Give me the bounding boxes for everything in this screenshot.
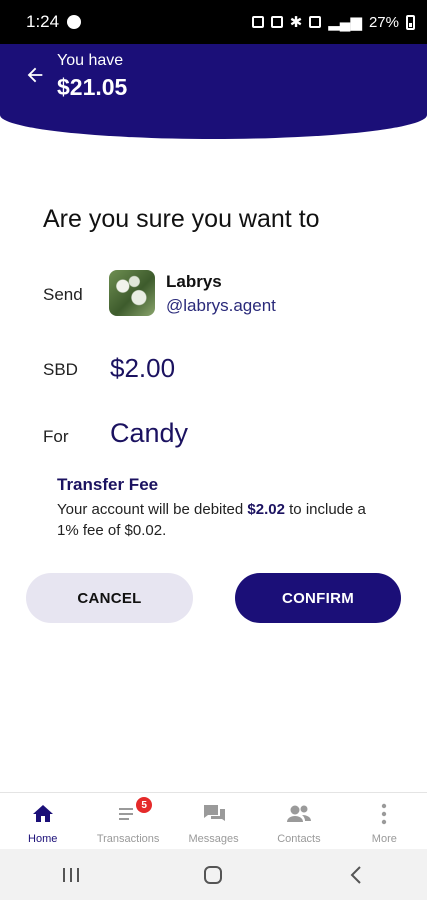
status-bar: 1:24 ✱ ▂▄▆ 27% xyxy=(0,0,427,44)
contacts-icon xyxy=(286,805,311,822)
recipient-avatar xyxy=(109,270,155,316)
nav-icon-wrap xyxy=(201,801,227,827)
battery-text: 27% xyxy=(368,13,399,31)
bluetooth-icon: ✱ xyxy=(289,14,303,31)
chat-icon xyxy=(202,805,225,821)
recent-apps-icon xyxy=(63,867,80,882)
currency-label: SBD xyxy=(43,360,78,379)
confirm-button[interactable]: CONFIRM xyxy=(235,573,401,623)
nav-icon-wrap xyxy=(31,801,55,827)
fee-debit-amount: $2.02 xyxy=(247,501,285,518)
nav-label-home: Home xyxy=(28,833,58,845)
key-icon xyxy=(251,16,264,28)
confirm-title: Are you sure you want to xyxy=(43,205,320,233)
home-circle-icon xyxy=(204,865,223,884)
nav-item-more[interactable]: More xyxy=(342,793,427,849)
nav-icon-wrap xyxy=(380,801,388,827)
send-label: Send xyxy=(43,285,83,304)
balance-label: You have xyxy=(57,52,124,69)
system-back-button[interactable] xyxy=(326,855,386,895)
more-vert-icon xyxy=(382,803,387,825)
nav-icon-wrap xyxy=(285,801,313,827)
amount-value: $2.00 xyxy=(110,353,176,383)
recipient-handle: @labrys.agent xyxy=(166,296,276,315)
purpose-value: Candy xyxy=(110,418,189,448)
nav-item-transactions[interactable]: 5 Transactions xyxy=(85,793,170,849)
recent-apps-button[interactable] xyxy=(41,855,101,895)
cancel-button[interactable]: CANCEL xyxy=(26,573,193,623)
nav-item-messages[interactable]: Messages xyxy=(171,793,256,849)
arrow-back-icon xyxy=(27,67,43,83)
alarm-icon xyxy=(270,16,283,28)
home-system-button[interactable] xyxy=(183,855,243,895)
nav-item-contacts[interactable]: Contacts xyxy=(256,793,341,849)
chevron-left-icon xyxy=(350,865,361,884)
balance-value: $21.05 xyxy=(57,74,128,100)
fee-title: Transfer Fee xyxy=(57,475,159,494)
transactions-badge: 5 xyxy=(136,797,153,813)
nav-icon-wrap: 5 xyxy=(116,797,153,827)
fee-text-before: Your account will be debited xyxy=(57,501,248,518)
nav-label-transactions: Transactions xyxy=(96,833,160,845)
nav-label-messages: Messages xyxy=(188,833,239,845)
spotify-icon xyxy=(67,15,82,29)
battery-icon xyxy=(406,14,415,30)
nav-item-home[interactable]: Home xyxy=(0,793,85,849)
signal-icon: ▂▄▆ xyxy=(328,14,362,31)
fee-description: Your account will be debited $2.02 to in… xyxy=(57,499,367,541)
bottom-nav: Home 5 Transactions Messages Contacts Mo… xyxy=(0,792,427,849)
status-left: 1:24 xyxy=(26,12,82,32)
nav-label-more: More xyxy=(371,833,397,845)
status-right: ✱ ▂▄▆ 27% xyxy=(251,13,415,31)
for-label: For xyxy=(43,427,69,446)
status-time: 1:24 xyxy=(26,12,60,31)
nav-label-contacts: Contacts xyxy=(277,833,321,845)
system-nav-bar xyxy=(0,849,427,900)
balance-header: You have $21.05 xyxy=(0,44,427,139)
mute-icon xyxy=(309,16,322,28)
home-icon xyxy=(32,805,53,822)
recipient-name: Labrys xyxy=(166,272,222,291)
back-button[interactable] xyxy=(22,62,48,88)
